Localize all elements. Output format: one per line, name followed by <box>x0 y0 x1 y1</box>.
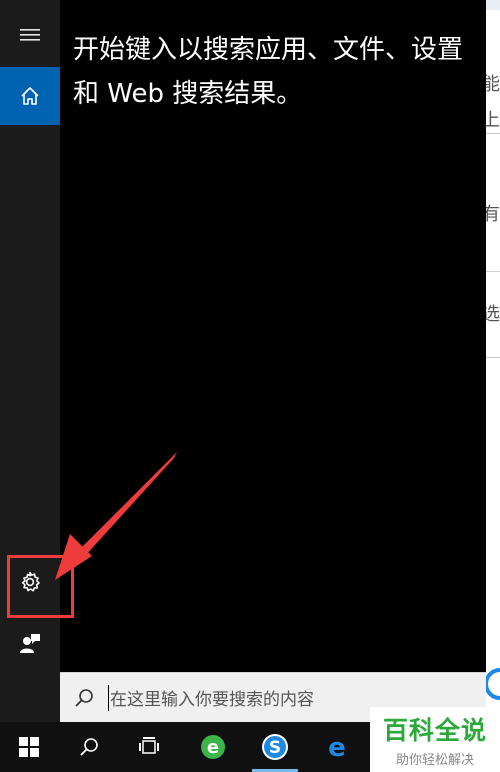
annotation-arrow <box>55 452 177 580</box>
